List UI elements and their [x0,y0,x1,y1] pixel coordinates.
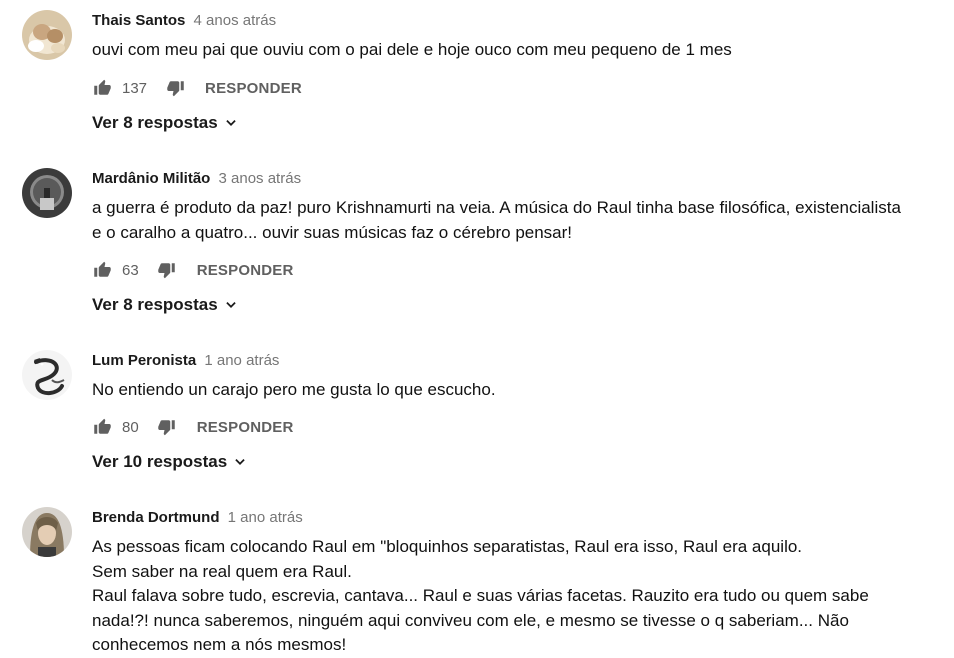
comment-actions: 80 RESPONDER [92,416,294,438]
chevron-down-icon [224,116,238,130]
thumbs-up-icon[interactable] [92,260,112,280]
avatar[interactable] [22,168,72,218]
comment-line: ouvi com meu pai que ouviu com o pai del… [92,40,732,59]
view-replies-label: Ver 10 respostas [92,452,228,471]
view-replies-button[interactable]: Ver 8 respostas [92,294,238,316]
comment-line: No entiendo un carajo pero me gusta lo q… [92,380,496,399]
comment-line: As pessoas ficam colocando Raul em "bloq… [92,537,803,556]
reply-button[interactable]: RESPONDER [197,262,294,279]
view-replies-label: Ver 8 respostas [92,295,218,314]
view-replies-button[interactable]: Ver 8 respostas [92,112,238,134]
like-count: 137 [122,79,148,97]
author-name[interactable]: Lum Peronista [92,352,196,369]
comment-text: No entiendo un carajo pero me gusta lo q… [92,378,912,403]
comment-line: a guerra é produto da paz! puro Krishnam… [92,198,901,242]
thumbs-down-icon[interactable] [165,78,185,98]
avatar[interactable] [22,350,72,400]
reply-button[interactable]: RESPONDER [205,80,302,97]
thumbs-down-icon[interactable] [157,417,177,437]
chevron-down-icon [233,455,247,469]
comment-time[interactable]: 1 ano atrás [204,352,279,369]
author-name[interactable]: Brenda Dortmund [92,509,220,526]
reply-button[interactable]: RESPONDER [197,419,294,436]
author-name[interactable]: Mardânio Militão [92,170,210,187]
avatar[interactable] [22,507,72,557]
comment-actions: 63 RESPONDER [92,259,294,281]
comment-text: ouvi com meu pai que ouviu com o pai del… [92,38,912,63]
comment-line: Sem saber na real quem era Raul. [92,561,352,581]
author-name[interactable]: Thais Santos [92,12,185,29]
view-replies-button[interactable]: Ver 10 respostas [92,451,247,473]
thumbs-up-icon[interactable] [92,78,112,98]
comment-time[interactable]: 4 anos atrás [194,12,277,29]
avatar[interactable] [22,10,72,60]
like-count: 80 [122,418,139,436]
comment-header: Lum Peronista 1 ano atrás [92,352,279,370]
thumbs-down-icon[interactable] [157,260,177,280]
comment-time[interactable]: 1 ano atrás [228,509,303,526]
comment-time[interactable]: 3 anos atrás [219,170,302,187]
comment-text: a guerra é produto da paz! puro Krishnam… [92,196,912,245]
chevron-down-icon [224,298,238,312]
like-count: 63 [122,261,139,279]
comment-actions: 137 RESPONDER [92,77,302,99]
comment-header: Brenda Dortmund 1 ano atrás [92,509,303,527]
view-replies-label: Ver 8 respostas [92,113,218,132]
comment-text: As pessoas ficam colocando Raul em "bloq… [92,535,912,658]
comment-header: Mardânio Militão 3 anos atrás [92,170,301,188]
comment-header: Thais Santos 4 anos atrás [92,12,276,30]
thumbs-up-icon[interactable] [92,417,112,437]
comment-line: Raul falava sobre tudo, escrevia, cantav… [92,586,869,654]
